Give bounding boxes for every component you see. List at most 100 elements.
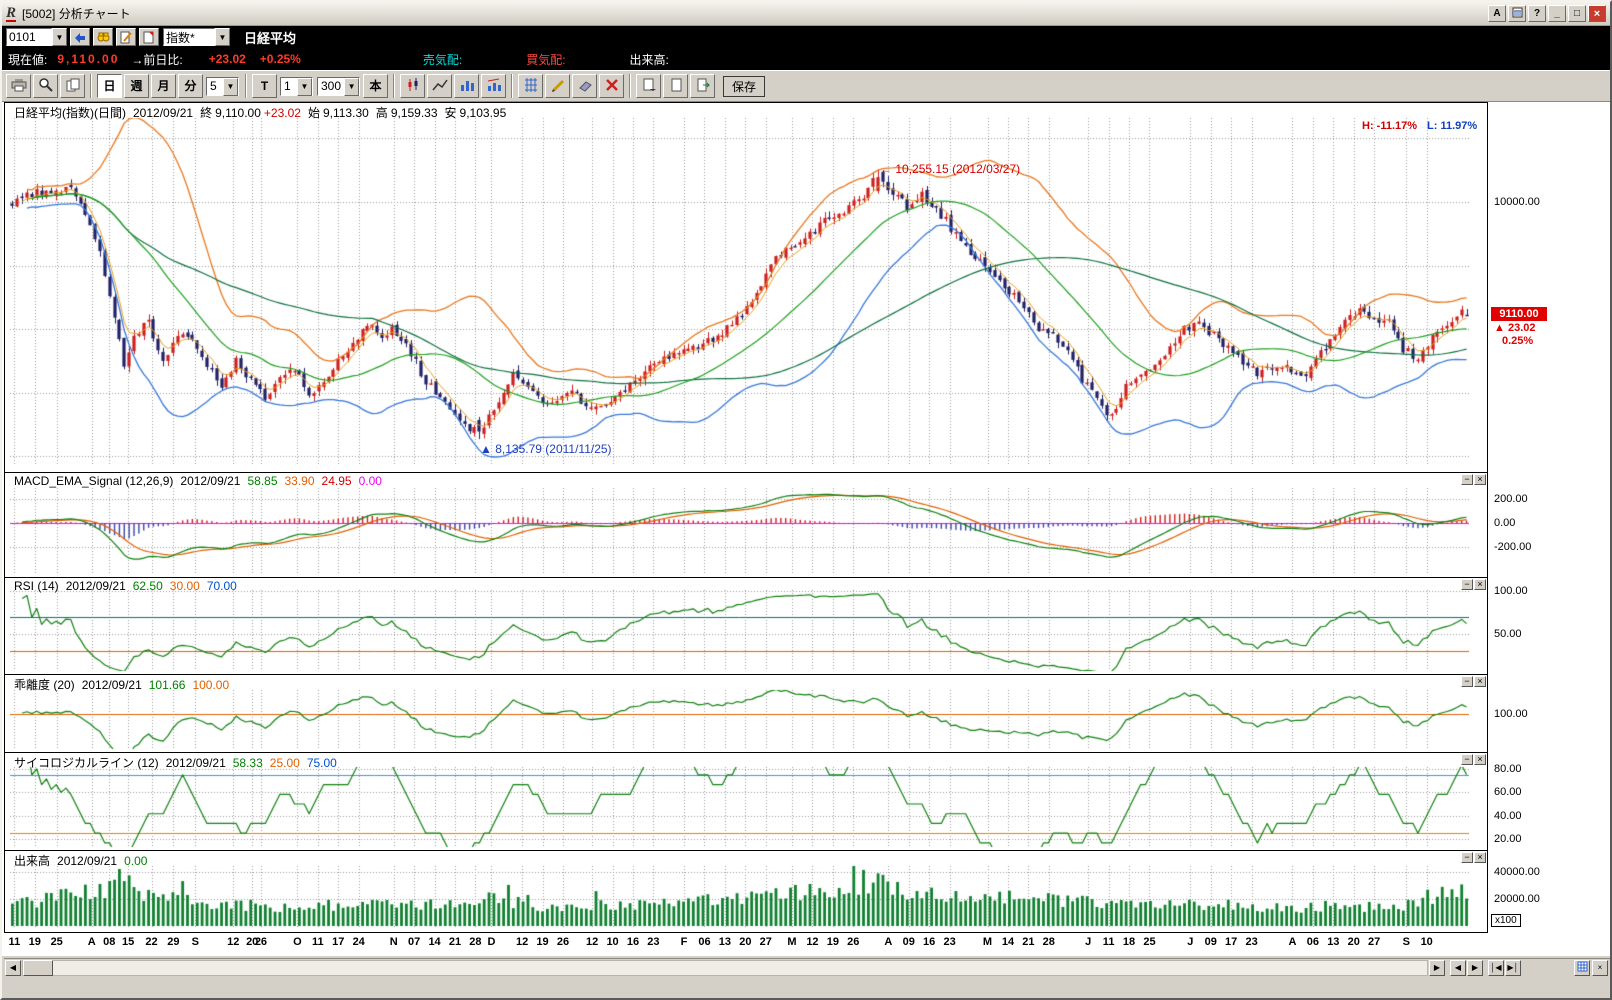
- panel-minimize-button[interactable]: −: [1461, 676, 1473, 687]
- x-axis-label: 14: [1002, 936, 1014, 948]
- window-list-icon[interactable]: [1508, 5, 1526, 22]
- volume-chart-icon[interactable]: [481, 74, 506, 98]
- panel-close-button[interactable]: ×: [1474, 579, 1486, 590]
- scrollbar-track[interactable]: [22, 960, 1428, 976]
- symbol-name: 日経平均: [244, 28, 296, 47]
- panel-close-button[interactable]: ×: [1474, 676, 1486, 687]
- jump-button[interactable]: [70, 28, 90, 46]
- x-axis-label: 19: [536, 936, 548, 948]
- chevron-down-icon[interactable]: ▼: [297, 78, 312, 96]
- period-minute-button[interactable]: 分: [178, 74, 203, 98]
- kairi-value: 101.66: [149, 678, 186, 692]
- x-axis-label: 18: [1123, 936, 1135, 948]
- macd-zero-value: 0.00: [359, 474, 382, 488]
- y-axis-label: 20000.00: [1494, 893, 1540, 905]
- category-dropdown[interactable]: ▼: [215, 28, 230, 46]
- y-axis-label: 50.00: [1494, 628, 1522, 640]
- search-icon[interactable]: [93, 28, 113, 46]
- panel-divider: [4, 850, 1488, 851]
- x-axis-label: 25: [1143, 936, 1155, 948]
- pencil-icon[interactable]: [545, 74, 570, 98]
- x-axis-label: 12: [586, 936, 598, 948]
- data-table-icon[interactable]: [1574, 960, 1590, 976]
- bar-count-select[interactable]: 300▼: [317, 77, 360, 96]
- page-icon[interactable]: [663, 74, 688, 98]
- maximize-button[interactable]: □: [1568, 5, 1586, 22]
- psy-title: サイコロジカルライン (12): [14, 754, 159, 771]
- panel-close-button[interactable]: ×: [1474, 754, 1486, 765]
- panel-minimize-button[interactable]: −: [1461, 754, 1473, 765]
- close-panel-icon[interactable]: ×: [1592, 960, 1608, 976]
- minimize-button[interactable]: _: [1548, 5, 1566, 22]
- grid-toggle-icon[interactable]: [518, 74, 543, 98]
- tick-count-value: 1: [281, 78, 297, 95]
- chevron-down-icon[interactable]: ▼: [223, 78, 238, 96]
- period-month-button[interactable]: 月: [151, 74, 176, 98]
- period-day-button[interactable]: 日: [97, 74, 122, 98]
- y-axis-label: 100.00: [1494, 585, 1528, 597]
- rsi-title: RSI (14): [14, 579, 59, 593]
- tick-button[interactable]: T: [252, 74, 277, 98]
- page-next-icon[interactable]: ▶: [1467, 960, 1483, 976]
- x-axis-label: 19: [827, 936, 839, 948]
- category-select[interactable]: [163, 28, 215, 46]
- zoom-icon[interactable]: [33, 74, 58, 98]
- y-axis-label: -200.00: [1494, 541, 1531, 553]
- close-button[interactable]: ×: [1588, 5, 1606, 22]
- window-title: [5002] 分析チャート: [22, 5, 131, 22]
- page-send-icon[interactable]: [690, 74, 715, 98]
- volume-title: 出来高: [14, 852, 50, 869]
- bar-count-value: 300: [318, 78, 344, 95]
- x-axis-label: 17: [332, 936, 344, 948]
- panel-close-button[interactable]: ×: [1474, 474, 1486, 485]
- candlestick-chart-icon[interactable]: [400, 74, 425, 98]
- jump-start-icon[interactable]: │◀: [1488, 960, 1504, 976]
- symbol-code-input[interactable]: [6, 28, 52, 46]
- chart-plot[interactable]: [10, 103, 1469, 932]
- peak-annotation-text: 10,255.15 (2012/03/27): [895, 162, 1020, 176]
- marked-page-button[interactable]: [139, 28, 159, 46]
- titlebar-a-button[interactable]: A: [1488, 5, 1506, 22]
- kairi-title: 乖離度 (20): [14, 676, 75, 693]
- edit-page-button[interactable]: [116, 28, 136, 46]
- scroll-right-icon[interactable]: ▶: [1429, 960, 1445, 976]
- high-percent-label: H: -11.17%: [1362, 120, 1417, 132]
- high-value: 9,159.33: [391, 106, 438, 120]
- panel-minimize-button[interactable]: −: [1461, 852, 1473, 863]
- delete-drawing-icon[interactable]: [599, 74, 624, 98]
- scrollbar-thumb[interactable]: [23, 960, 53, 976]
- panel-close-button[interactable]: ×: [1474, 852, 1486, 863]
- up-triangle-icon: ▲: [1494, 322, 1505, 334]
- page-prev-icon[interactable]: ◀: [1450, 960, 1466, 976]
- tick-count-select[interactable]: 1▼: [280, 77, 313, 96]
- chart-list-icon[interactable]: [60, 74, 85, 98]
- x-axis-label: 08: [103, 936, 115, 948]
- help-button[interactable]: ?: [1528, 5, 1546, 22]
- current-price-label: 現在値:: [8, 51, 47, 68]
- ask-label: 売気配:: [423, 51, 462, 68]
- chevron-down-icon[interactable]: ▼: [344, 78, 359, 96]
- jump-end-icon[interactable]: ▶│: [1505, 960, 1521, 976]
- category-combo: ▼: [163, 28, 230, 46]
- bar-chart-icon[interactable]: [454, 74, 479, 98]
- panel-minimize-button[interactable]: −: [1461, 579, 1473, 590]
- x-axis-label: 14: [428, 936, 440, 948]
- period-week-button[interactable]: 週: [124, 74, 149, 98]
- line-chart-icon[interactable]: [427, 74, 452, 98]
- x-axis-label: 27: [760, 936, 772, 948]
- minute-interval-select[interactable]: 5▼: [206, 77, 239, 96]
- bid-label: 買気配:: [526, 51, 565, 68]
- panel-minimize-button[interactable]: −: [1461, 474, 1473, 485]
- x-axis-label: 22: [145, 936, 157, 948]
- titlebar: R [5002] 分析チャート A ? _ □ ×: [2, 2, 1610, 26]
- symbol-code-dropdown[interactable]: ▼: [52, 28, 67, 46]
- peak-annotation: ← 10,255.15 (2012/03/27): [880, 162, 1020, 176]
- scroll-left-icon[interactable]: ◀: [5, 960, 21, 976]
- eraser-icon[interactable]: [572, 74, 597, 98]
- panel-divider: [4, 752, 1488, 753]
- bars-unit-button[interactable]: 本: [363, 74, 388, 98]
- save-button[interactable]: 保存: [723, 76, 765, 97]
- page-dropdown-icon[interactable]: [636, 74, 661, 98]
- x-axis-label: 21: [1022, 936, 1034, 948]
- print-icon[interactable]: [6, 74, 31, 98]
